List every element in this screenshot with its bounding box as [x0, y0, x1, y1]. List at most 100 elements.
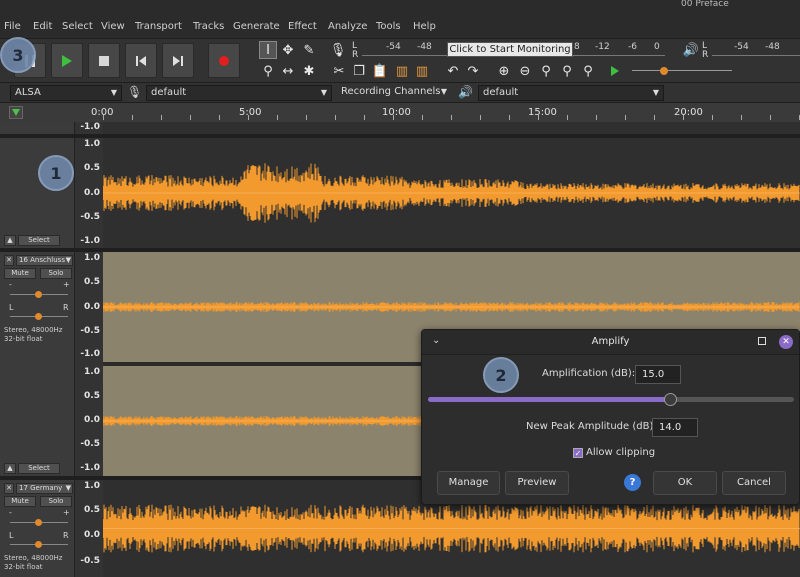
draw-tool[interactable]: ✎	[300, 41, 318, 59]
track-2-control-panel[interactable]: ✕ 16 Anschluss ▼ Mute Solo - + L R Stereo…	[0, 252, 75, 476]
play-speed-slider[interactable]	[632, 70, 732, 71]
copy-button[interactable]: ❐	[350, 62, 368, 80]
allow-clipping-checkbox[interactable]: ✓	[573, 448, 583, 458]
track-3-solo-button[interactable]: Solo	[40, 496, 72, 507]
zoom-sel-icon: ⚲	[541, 63, 551, 79]
amplification-slider[interactable]	[428, 397, 794, 402]
menu-file[interactable]: File	[4, 21, 21, 32]
pencil-icon: ✎	[303, 42, 315, 58]
maximize-icon[interactable]	[758, 337, 766, 345]
track-3-pan-knob[interactable]	[35, 541, 42, 548]
menu-select[interactable]: Select	[62, 21, 93, 32]
redo-icon: ↷	[467, 63, 479, 79]
envelope-tool[interactable]: ✥	[279, 41, 297, 59]
asterisk-icon: ✱	[303, 63, 315, 79]
timeline-options-button[interactable]	[9, 106, 23, 119]
menu-transport[interactable]: Transport	[135, 21, 182, 32]
record-meter-mic[interactable]: 🎙	[329, 41, 347, 59]
track-2-solo-button[interactable]: Solo	[40, 268, 72, 279]
scale-label: -1.0	[80, 463, 100, 473]
amplification-slider-knob[interactable]	[663, 393, 677, 406]
track-1-waveform[interactable]	[102, 138, 800, 248]
play-speed-knob[interactable]	[660, 67, 668, 75]
scale-label: 0.0	[84, 530, 100, 540]
scale-label: -1.0	[80, 349, 100, 359]
track-3-control-panel[interactable]: ✕ 17 Germany ▼ Mute Solo - + L R Stereo, …	[0, 480, 75, 577]
rec-tick: -12	[595, 42, 610, 52]
scale-label: 0.0	[84, 415, 100, 425]
menu-tools[interactable]: Tools	[376, 21, 401, 32]
annotation-badge-2: 2	[483, 357, 519, 393]
amplification-input[interactable]: 15.0	[635, 365, 681, 384]
silence-button[interactable]: ▥	[413, 62, 431, 80]
stop-button[interactable]	[88, 43, 120, 78]
chevron-down-icon: ▼	[65, 256, 71, 264]
menu-generate[interactable]: Generate	[233, 21, 280, 32]
ok-button[interactable]: OK	[653, 471, 717, 495]
track-3-gain-knob[interactable]	[35, 519, 42, 526]
fit-project-button[interactable]: ⚲	[558, 62, 576, 80]
menu-bar: File Edit Select View Transport Tracks G…	[0, 16, 800, 38]
track-3-mute-button[interactable]: Mute	[4, 496, 36, 507]
cancel-button[interactable]: Cancel	[722, 471, 786, 495]
multi-tool[interactable]: ✱	[300, 62, 318, 80]
dialog-title: Amplify	[591, 336, 630, 347]
zoom-toggle-button[interactable]: ⚲	[579, 62, 597, 80]
skip-end-button[interactable]	[162, 43, 194, 78]
scale-label: -0.5	[80, 556, 100, 566]
scale-label: 1.0	[84, 481, 100, 491]
preview-button[interactable]: Preview	[505, 471, 569, 495]
timeshift-tool[interactable]: ↔	[279, 62, 297, 80]
close-icon[interactable]: ✕	[779, 335, 793, 349]
close-track-button[interactable]: ✕	[4, 483, 14, 494]
menu-help[interactable]: Help	[413, 21, 436, 32]
peak-amplitude-input[interactable]: 14.0	[652, 418, 698, 437]
skip-start-button[interactable]	[125, 43, 157, 78]
fit-selection-button[interactable]: ⚲	[537, 62, 555, 80]
paste-button[interactable]: 📋	[371, 62, 389, 80]
track-2-mute-button[interactable]: Mute	[4, 268, 36, 279]
prev-track-wave	[103, 122, 800, 134]
undo-button[interactable]: ↶	[444, 62, 462, 80]
help-button[interactable]: ?	[624, 474, 641, 491]
play-button[interactable]	[51, 43, 83, 78]
track-3-name-menu[interactable]: 17 Germany ▼	[16, 483, 73, 494]
track-2-name-menu[interactable]: 16 Anschluss ▼	[16, 255, 73, 266]
record-button[interactable]	[208, 43, 240, 78]
menu-effect[interactable]: Effect	[288, 21, 317, 32]
pan-right-label: R	[63, 531, 69, 540]
manage-button[interactable]: Manage	[437, 471, 500, 495]
menu-tracks[interactable]: Tracks	[193, 21, 224, 32]
gain-minus-label: -	[9, 508, 12, 517]
playback-meter-speaker[interactable]: 🔊	[682, 41, 700, 59]
cut-button[interactable]: ✂	[330, 62, 348, 80]
recording-channels-select[interactable]: Recording Channels ▼	[337, 85, 451, 101]
scale-label: 0.0	[84, 302, 100, 312]
track-2-pan-knob[interactable]	[35, 313, 42, 320]
menu-edit[interactable]: Edit	[33, 21, 52, 32]
start-monitoring-button[interactable]: Click to Start Monitoring	[447, 42, 573, 57]
redo-button[interactable]: ↷	[464, 62, 482, 80]
zoom-tool[interactable]: ⚲	[259, 62, 277, 80]
triangle-up-icon: ▲	[7, 236, 13, 244]
trim-button[interactable]: ▥	[393, 62, 411, 80]
track-1-select-button[interactable]: Select	[18, 235, 60, 246]
selection-tool[interactable]: I	[259, 41, 277, 59]
playback-device-select[interactable]: default ▼	[478, 85, 664, 101]
playback-meter[interactable]: -54 -48	[712, 42, 800, 56]
close-track-button[interactable]: ✕	[4, 255, 14, 266]
zoom-in-button[interactable]: ⊕	[495, 62, 513, 80]
recording-device-select[interactable]: default ▼	[146, 85, 332, 101]
track-2-gain-knob[interactable]	[35, 291, 42, 298]
menu-analyze[interactable]: Analyze	[328, 21, 367, 32]
track-2-info: Stereo, 48000Hz 32-bit float	[4, 326, 62, 344]
collapse-track-button[interactable]: ▲	[4, 463, 16, 474]
track-1-control-panel[interactable]: ▲ Select	[0, 138, 75, 248]
collapse-track-button[interactable]: ▲	[4, 235, 16, 246]
menu-view[interactable]: View	[101, 21, 125, 32]
play-at-speed-button[interactable]	[606, 62, 624, 80]
zoom-out-button[interactable]: ⊖	[516, 62, 534, 80]
timeline-ruler[interactable]: 0:00 5:00 10:00 15:00 20:00	[0, 102, 800, 122]
track-2-select-button[interactable]: Select	[18, 463, 60, 474]
audio-host-select[interactable]: ALSA ▼	[10, 85, 122, 101]
